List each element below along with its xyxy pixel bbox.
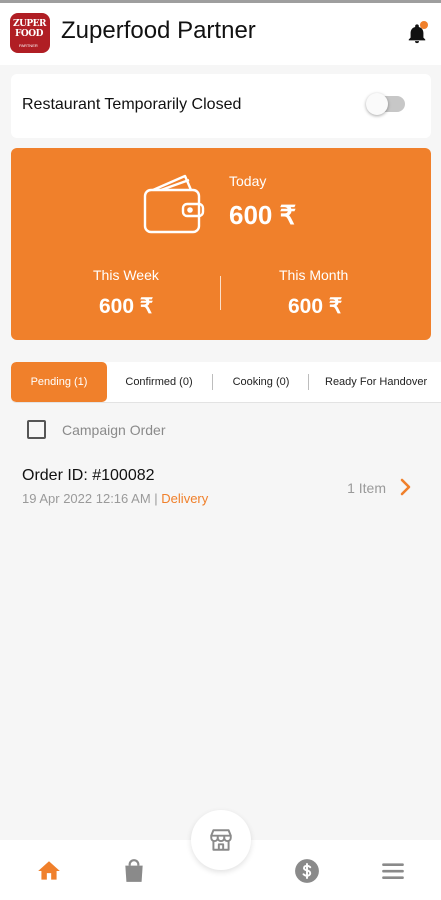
bag-icon[interactable] [121, 858, 147, 884]
this-month-label: This Month [279, 267, 349, 283]
home-icon[interactable] [36, 858, 62, 884]
tab-pending[interactable]: Pending (1) [11, 362, 107, 402]
tab-separator [308, 374, 309, 390]
app-logo: ZUPER FOOD PARTNER [10, 13, 50, 53]
tab-ready-for-handover[interactable]: Ready For Handover [314, 362, 441, 402]
wallet-icon [143, 174, 205, 234]
order-id: Order ID: #100082 [22, 467, 155, 484]
notification-badge [420, 21, 428, 29]
order-type: Delivery [161, 491, 209, 506]
logo-text-line3: PARTNER [19, 43, 38, 48]
order-meta-separator: | [154, 491, 158, 506]
this-week-label: This Week [93, 267, 159, 283]
order-list-item[interactable]: Order ID: #100082 19 Apr 2022 12:16 AM |… [0, 458, 441, 518]
order-meta: 19 Apr 2022 12:16 AM | Delivery [22, 491, 208, 506]
restaurant-store-button[interactable] [191, 810, 251, 870]
today-label: Today [229, 173, 267, 189]
tab-cooking[interactable]: Cooking (0) [217, 362, 305, 402]
order-date: 19 Apr 2022 12:16 AM [22, 491, 151, 506]
logo-text-line2: FOOD [15, 29, 43, 39]
menu-icon[interactable] [380, 858, 406, 884]
app-bar: ZUPER FOOD PARTNER Zuperfood Partner [0, 3, 441, 65]
order-status-tabs: Pending (1) Confirmed (0) Cooking (0) Re… [11, 362, 441, 403]
tab-confirmed[interactable]: Confirmed (0) [111, 362, 207, 402]
dollar-icon[interactable] [294, 858, 320, 884]
chevron-right-icon [400, 478, 411, 496]
this-week-earnings-value: 600 ₹ [99, 295, 154, 318]
today-earnings-value: 600 ₹ [229, 200, 297, 230]
campaign-order-label: Campaign Order [62, 422, 166, 438]
restaurant-closed-label: Restaurant Temporarily Closed [22, 96, 242, 113]
restaurant-closed-toggle[interactable] [366, 93, 405, 115]
this-month-earnings-value: 600 ₹ [288, 295, 343, 318]
tab-separator [212, 374, 213, 390]
earnings-divider [220, 276, 221, 310]
order-item-count: 1 Item [347, 480, 386, 496]
logo-text-line1: ZUPER [13, 19, 47, 29]
earnings-card: Today 600 ₹ This Week 600 ₹ This Month 6… [11, 148, 431, 340]
restaurant-status-card: Restaurant Temporarily Closed [11, 74, 431, 138]
app-title: Zuperfood Partner [61, 17, 256, 44]
toggle-knob [366, 93, 388, 115]
campaign-order-checkbox[interactable] [27, 420, 46, 439]
store-icon [210, 829, 232, 851]
